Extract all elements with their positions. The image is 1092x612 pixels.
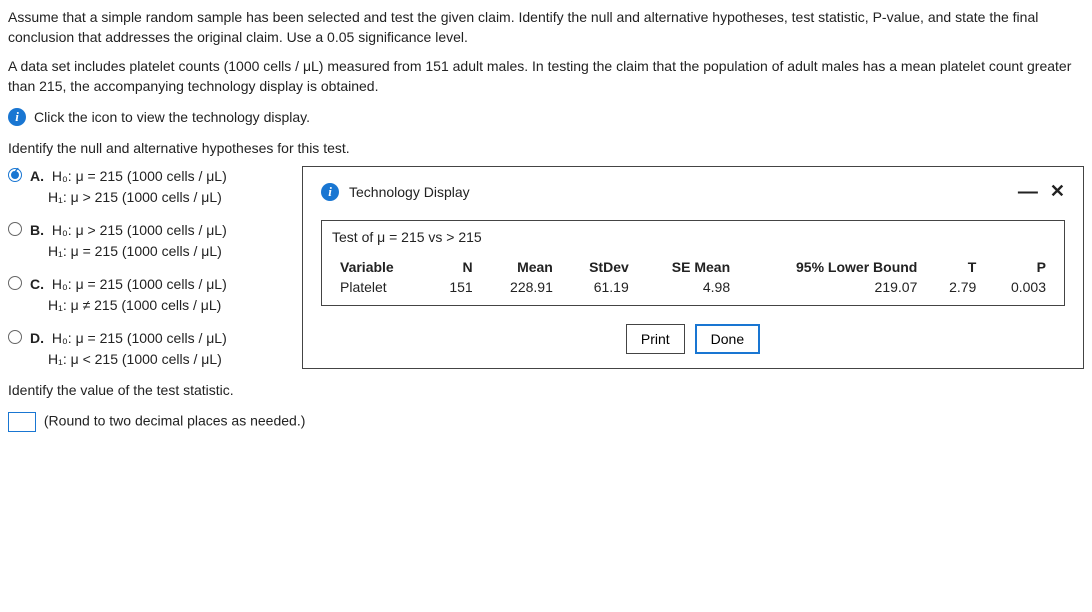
col-variable: Variable [332,257,427,277]
round-note: (Round to two decimal places as needed.) [44,413,305,429]
option-a-h1: H₁: μ > 215 (1000 cells / μL) [48,187,222,208]
output-table-wrap: Test of μ = 215 vs > 215 Variable N Mean… [321,220,1065,306]
answer-options: A. H₀: μ = 215 (1000 cells / μL) H₁: μ >… [8,166,288,398]
cell-mean: 228.91 [481,277,561,297]
done-button[interactable]: Done [695,324,760,354]
table-row: Platelet 151 228.91 61.19 4.98 219.07 2.… [332,277,1054,297]
test-title: Test of μ = 215 vs > 215 [332,229,1054,245]
cell-n: 151 [427,277,481,297]
print-button[interactable]: Print [626,324,685,354]
cell-p: 0.003 [984,277,1054,297]
radio-d[interactable] [8,330,22,344]
problem-intro: Assume that a simple random sample has b… [8,8,1084,96]
table-header-row: Variable N Mean StDev SE Mean 95% Lower … [332,257,1054,277]
cell-lower: 219.07 [738,277,925,297]
option-letter-b: B. [30,222,44,238]
info-icon: i [8,108,26,126]
option-b-h0: H₀: μ > 215 (1000 cells / μL) [52,222,227,238]
close-icon[interactable]: ✕ [1050,181,1065,202]
cell-stdev: 61.19 [561,277,637,297]
intro-paragraph-1: Assume that a simple random sample has b… [8,8,1084,47]
option-b-h1: H₁: μ = 215 (1000 cells / μL) [48,241,222,262]
option-letter-d: D. [30,330,44,346]
option-c[interactable]: C. H₀: μ = 215 (1000 cells / μL) H₁: μ ≠… [8,274,288,316]
info-link-row[interactable]: i Click the icon to view the technology … [8,108,1084,126]
option-d[interactable]: D. H₀: μ = 215 (1000 cells / μL) H₁: μ <… [8,328,288,370]
cell-variable: Platelet [332,277,427,297]
cell-t: 2.79 [925,277,984,297]
test-statistic-input[interactable] [8,412,36,432]
col-mean: Mean [481,257,561,277]
option-letter-c: C. [30,276,44,292]
question-hypotheses: Identify the null and alternative hypoth… [8,140,1084,156]
info-link-text: Click the icon to view the technology di… [34,109,310,125]
col-n: N [427,257,481,277]
radio-b[interactable] [8,222,22,236]
intro-paragraph-2: A data set includes platelet counts (100… [8,57,1084,96]
question-test-statistic: Identify the value of the test statistic… [8,382,288,398]
option-a[interactable]: A. H₀: μ = 215 (1000 cells / μL) H₁: μ >… [8,166,288,208]
option-b[interactable]: B. H₀: μ > 215 (1000 cells / μL) H₁: μ =… [8,220,288,262]
radio-a[interactable] [8,168,22,182]
dialog-info-icon: i [321,183,339,201]
option-d-h1: H₁: μ < 215 (1000 cells / μL) [48,349,222,370]
test-stat-input-row: (Round to two decimal places as needed.) [8,412,1084,432]
results-table: Variable N Mean StDev SE Mean 95% Lower … [332,257,1054,297]
col-t: T [925,257,984,277]
option-c-h1: H₁: μ ≠ 215 (1000 cells / μL) [48,295,221,316]
dialog-title: Technology Display [349,184,470,200]
col-semean: SE Mean [637,257,738,277]
col-stdev: StDev [561,257,637,277]
option-d-h0: H₀: μ = 215 (1000 cells / μL) [52,330,227,346]
col-lower: 95% Lower Bound [738,257,925,277]
option-a-h0: H₀: μ = 215 (1000 cells / μL) [52,168,227,184]
option-c-h0: H₀: μ = 215 (1000 cells / μL) [52,276,227,292]
technology-display-dialog: i Technology Display — ✕ Test of μ = 215… [302,166,1084,369]
radio-c[interactable] [8,276,22,290]
cell-semean: 4.98 [637,277,738,297]
minimize-icon[interactable]: — [1018,182,1038,202]
option-letter-a: A. [30,168,44,184]
col-p: P [984,257,1054,277]
